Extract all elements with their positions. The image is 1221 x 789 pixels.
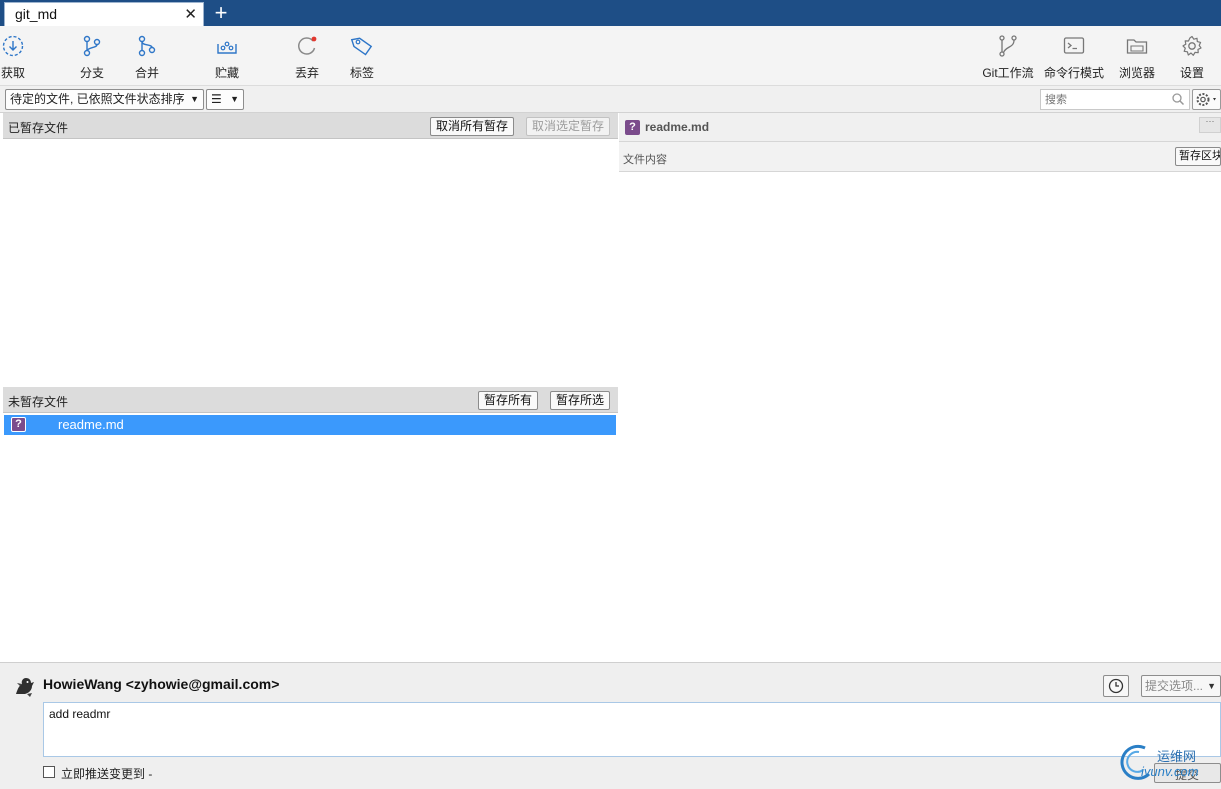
stage-hunk-button[interactable]: 暂存区块 [1175, 147, 1221, 166]
commit-message-box[interactable]: add readmr [43, 702, 1221, 757]
list-item[interactable]: ? readme.md [4, 415, 616, 435]
discard-button[interactable]: 丢弃 [294, 34, 320, 82]
merge-label: 合并 [134, 66, 159, 80]
staged-files-title: 已暂存文件 [8, 121, 69, 135]
git-flow-label: Git工作流 [982, 66, 1034, 80]
explorer-label: 浏览器 [1118, 66, 1155, 80]
staged-files-header: 已暂存文件 取消所有暂存 取消选定暂存 [3, 113, 618, 139]
commit-history-button[interactable] [1103, 675, 1129, 697]
toolbar: 获取 分支 合并 贮藏 丢弃 标签 Git工作流 命令行模式 浏览器 设置 [0, 26, 1221, 86]
watermark-cn: 运维网 [1157, 749, 1197, 764]
fetch-label: 获取 [0, 66, 25, 80]
terminal-button[interactable]: 命令行模式 [1043, 34, 1105, 82]
untracked-status-icon: ? [625, 120, 640, 135]
gear-icon [1196, 93, 1216, 106]
view-mode-dropdown[interactable]: ☰ ▼ [206, 89, 244, 110]
watermark-en: iyunv.com [1141, 764, 1199, 779]
commit-options-label: 提交选项... [1145, 679, 1204, 693]
more-options-button[interactable]: ··· [1199, 117, 1221, 133]
file-content-label: 文件内容 [623, 154, 667, 166]
fetch-icon [2, 35, 24, 57]
settings-button[interactable]: 设置 [1178, 34, 1206, 82]
avatar [16, 678, 34, 697]
close-tab-icon[interactable]: ✕ [184, 5, 197, 23]
unstage-all-button[interactable]: 取消所有暂存 [430, 117, 515, 136]
chevron-down-icon: ▼ [1207, 681, 1216, 691]
unstaged-files-header: 未暂存文件 暂存所有 暂存所选 [3, 387, 618, 413]
merge-button[interactable]: 合并 [134, 34, 160, 82]
git-flow-button[interactable]: Git工作流 [980, 34, 1036, 82]
untracked-status-icon: ? [11, 417, 26, 432]
push-immediately-label: 立即推送变更到 - [61, 767, 153, 781]
discard-icon [298, 36, 317, 55]
unstaged-files-title: 未暂存文件 [8, 395, 69, 409]
file-name: readme.md [58, 417, 124, 432]
watermark: 运维网 iyunv.com [1115, 740, 1221, 785]
commit-author: HowieWang <zyhowie@gmail.com> [43, 676, 280, 692]
tab-git-md[interactable]: git_md ✕ [4, 2, 204, 26]
new-tab-button[interactable]: + [210, 0, 232, 26]
merge-icon [138, 35, 156, 57]
search-box[interactable] [1040, 89, 1190, 110]
filter-bar: 待定的文件, 已依照文件状态排序 ▼ ☰ ▼ [0, 86, 1221, 113]
stash-button[interactable]: 贮藏 [214, 34, 240, 82]
tag-icon [350, 37, 373, 56]
diff-file-name: readme.md [645, 120, 710, 134]
tag-button[interactable]: 标签 [349, 34, 375, 82]
sort-mode-value: 待定的文件, 已依照文件状态排序 [10, 92, 185, 106]
git-flow-icon [999, 35, 1017, 57]
settings-label: 设置 [1179, 66, 1204, 80]
stage-selected-button[interactable]: 暂存所选 [550, 391, 611, 410]
commit-panel: HowieWang <zyhowie@gmail.com> 提交选项... ▼ … [0, 662, 1221, 789]
diff-content [619, 172, 1221, 662]
terminal-icon [1063, 37, 1085, 54]
explorer-button[interactable]: 浏览器 [1118, 34, 1156, 82]
fetch-button[interactable]: 获取 [0, 34, 26, 82]
title-bar: git_md ✕ + [0, 0, 1221, 26]
tab-title: git_md [15, 6, 58, 22]
branch-icon [83, 35, 101, 57]
hunk-header: 文件内容 暂存区块 [619, 142, 1221, 172]
sort-mode-dropdown[interactable]: 待定的文件, 已依照文件状态排序 ▼ [5, 89, 204, 110]
chevron-down-icon: ▼ [190, 94, 199, 104]
chevron-down-icon: ▼ [230, 94, 239, 104]
clock-icon [1108, 678, 1124, 694]
stash-label: 贮藏 [214, 66, 239, 80]
options-gear-button[interactable] [1192, 89, 1221, 110]
tag-label: 标签 [349, 66, 374, 80]
commit-message-input[interactable]: add readmr [44, 703, 1220, 756]
unstage-selected-button[interactable]: 取消选定暂存 [526, 117, 611, 136]
diff-file-header: ? readme.md ··· [619, 113, 1221, 142]
folder-icon [1126, 39, 1148, 54]
search-input[interactable] [1041, 90, 1161, 109]
file-status-pane: 已暂存文件 取消所有暂存 取消选定暂存 未暂存文件 暂存所有 暂存所选 ? re… [3, 113, 618, 662]
terminal-label: 命令行模式 [1043, 66, 1104, 80]
stage-all-button[interactable]: 暂存所有 [478, 391, 539, 410]
branch-button[interactable]: 分支 [79, 34, 105, 82]
staged-file-list[interactable] [3, 139, 618, 387]
list-view-icon: ☰ [211, 92, 222, 106]
gear-icon [1182, 35, 1202, 56]
stash-icon [217, 41, 237, 54]
unstaged-file-list[interactable]: ? readme.md [3, 413, 618, 662]
discard-label: 丢弃 [294, 66, 319, 80]
branch-label: 分支 [79, 66, 104, 80]
search-icon[interactable] [1171, 92, 1185, 109]
diff-pane: ? readme.md ··· 文件内容 暂存区块 [619, 113, 1221, 662]
commit-options-dropdown[interactable]: 提交选项... ▼ [1141, 675, 1221, 697]
push-immediately-checkbox[interactable] [43, 766, 55, 778]
